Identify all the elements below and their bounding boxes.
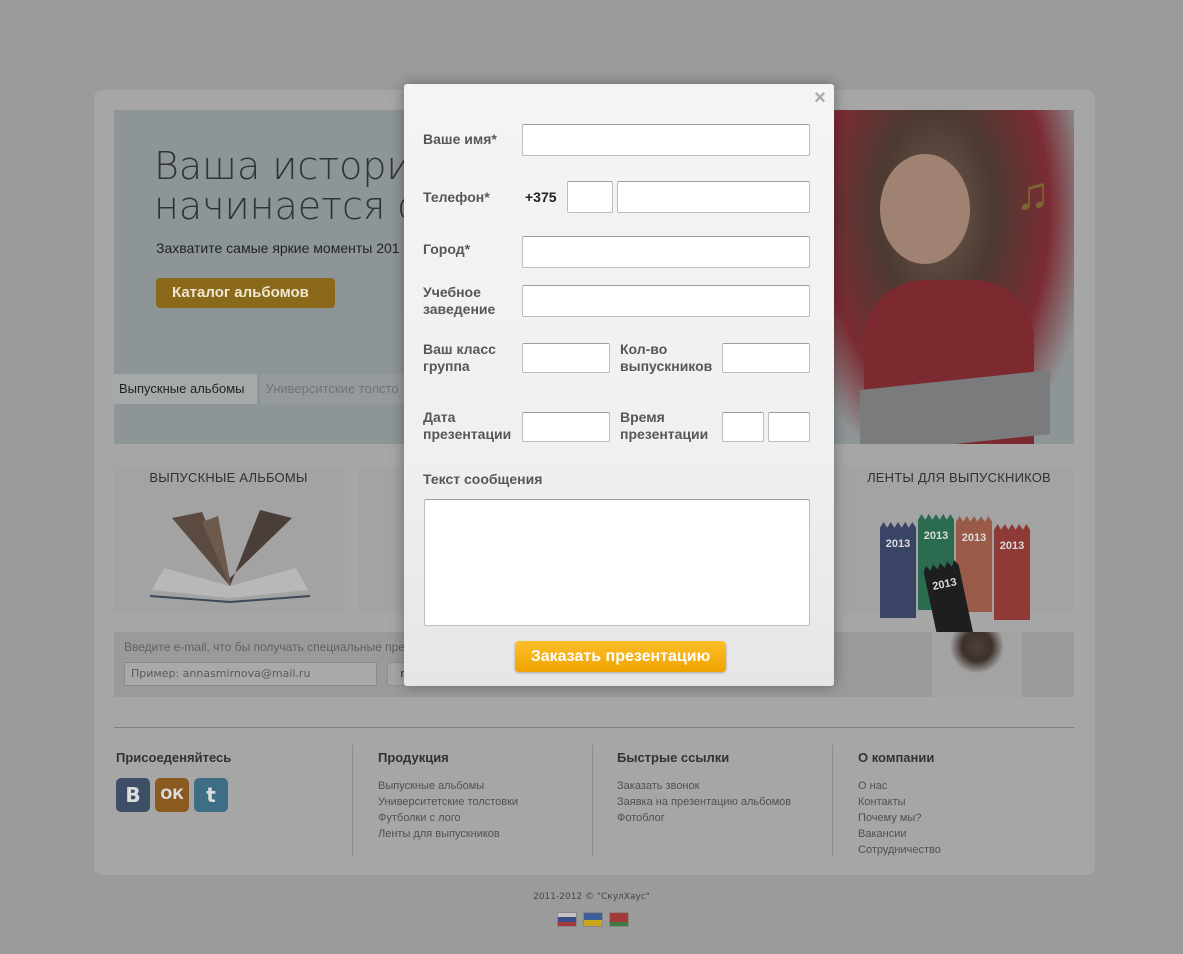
close-icon[interactable]: × <box>812 88 828 108</box>
date-label: Дата презентации <box>423 409 512 442</box>
footer-social: Присоеденяйтесь В ОК t <box>116 750 231 812</box>
footer-separator <box>832 745 833 857</box>
footer-link[interactable]: Сотрудничество <box>858 842 941 858</box>
footer-link[interactable]: Университетские толстовки <box>378 794 518 810</box>
open-book-icon <box>149 510 311 604</box>
tab-graduation-albums[interactable]: Выпускные альбомы <box>114 374 257 404</box>
ribbon-year: 2013 <box>931 576 958 593</box>
footer-link[interactable]: Ленты для выпускников <box>378 826 518 842</box>
class-label: Ваш класс группа <box>423 341 496 374</box>
name-field[interactable] <box>522 124 810 156</box>
ribbon-year: 2013 <box>885 538 911 550</box>
city-field[interactable] <box>522 236 810 268</box>
copyright: 2011-2012 © "СкулХаус" <box>533 892 650 902</box>
hero-photo: ♫ <box>824 110 1074 444</box>
category-ribbons[interactable]: ЛЕНТЫ ДЛЯ ВЫПУСКНИКОВ 2013 2013 2013 201… <box>844 466 1074 612</box>
catalog-button[interactable]: Каталог альбомов <box>156 278 335 308</box>
footer-company-title: О компании <box>858 750 935 765</box>
footer-quick-title: Быстрые ссылки <box>617 750 730 765</box>
name-label: Ваше имя* <box>423 131 497 147</box>
subscribe-email-input[interactable]: Пример: annasmirnova@mail.ru <box>124 662 377 686</box>
footer-link[interactable]: О нас <box>858 778 941 794</box>
hero-tabs: Выпускные альбомы Университские толсто <box>114 374 415 404</box>
time-minutes-field[interactable] <box>768 412 810 442</box>
vk-icon[interactable]: В <box>116 778 150 812</box>
date-field[interactable] <box>522 412 610 442</box>
category-albums[interactable]: ВЫПУСКНЫЕ АЛЬБОМЫ <box>114 466 343 612</box>
footer-company: О компании О нас Контакты Почему мы? Вак… <box>858 750 941 858</box>
graduates-count-label: Кол-во выпускников <box>620 341 713 374</box>
school-label: Учебное заведение <box>423 284 496 317</box>
city-label: Город* <box>423 241 471 257</box>
graduates-count-field[interactable] <box>722 343 810 373</box>
footer-link[interactable]: Выпускные альбомы <box>378 778 518 794</box>
russian-flag-icon[interactable] <box>557 912 577 927</box>
class-field[interactable] <box>522 343 610 373</box>
belarusian-flag-icon[interactable] <box>609 912 629 927</box>
time-label: Время презентации <box>620 409 709 442</box>
footer-products: Продукция Выпускные альбомы Университетс… <box>378 750 518 842</box>
twitter-icon[interactable]: t <box>194 778 228 812</box>
category-albums-title: ВЫПУСКНЫЕ АЛЬБОМЫ <box>149 470 308 485</box>
order-presentation-button[interactable]: Заказать презентацию <box>515 641 726 672</box>
footer-link[interactable]: Контакты <box>858 794 941 810</box>
footer-link[interactable]: Заказать звонок <box>617 778 791 794</box>
category-ribbons-title: ЛЕНТЫ ДЛЯ ВЫПУСКНИКОВ <box>867 470 1051 485</box>
footer-link[interactable]: Вакансии <box>858 826 941 842</box>
phone-number-field[interactable] <box>617 181 810 213</box>
footer-separator <box>352 745 353 857</box>
footer-link[interactable]: Фотоблог <box>617 810 791 826</box>
message-textarea[interactable] <box>424 499 810 626</box>
footer-link[interactable]: Заявка на презентацию альбомов <box>617 794 791 810</box>
footer-quick-links: Быстрые ссылки Заказать звонок Заявка на… <box>617 750 791 826</box>
hero-title: Ваша история начинается се <box>154 144 442 228</box>
message-label: Текст сообщения <box>423 471 543 487</box>
odnoklassniki-icon[interactable]: ОК <box>155 778 189 812</box>
footer-separator <box>592 745 593 857</box>
footer-divider <box>114 727 1074 728</box>
tab-university-hoodies[interactable]: Университские толсто <box>260 374 411 404</box>
footer-join-title: Присоеденяйтесь <box>116 750 232 765</box>
footer-link[interactable]: Почему мы? <box>858 810 941 826</box>
footer-link[interactable]: Футболки с лого <box>378 810 518 826</box>
ukrainian-flag-icon[interactable] <box>583 912 603 927</box>
ribbons-image: 2013 2013 2013 2013 2013 <box>880 514 1050 612</box>
school-field[interactable] <box>522 285 810 317</box>
subscribe-text: Введите e-mail, что бы получать специаль… <box>124 640 405 654</box>
subscribe-photo <box>932 632 1022 697</box>
language-flags <box>557 912 629 927</box>
music-note-icon: ♫ <box>1015 167 1051 219</box>
hero-subtitle: Захватите самые яркие моменты 201 <box>156 240 400 256</box>
ribbon-year: 2013 <box>999 540 1025 552</box>
time-hours-field[interactable] <box>722 412 764 442</box>
phone-label: Телефон* <box>423 189 490 205</box>
ribbon-year: 2013 <box>923 530 949 542</box>
footer-products-title: Продукция <box>378 750 449 765</box>
ribbon-year: 2013 <box>961 532 987 544</box>
phone-code-field[interactable] <box>567 181 613 213</box>
phone-prefix: +375 <box>525 189 557 205</box>
presentation-order-modal: × Ваше имя* Телефон* +375 Город* Учебное… <box>404 84 834 686</box>
